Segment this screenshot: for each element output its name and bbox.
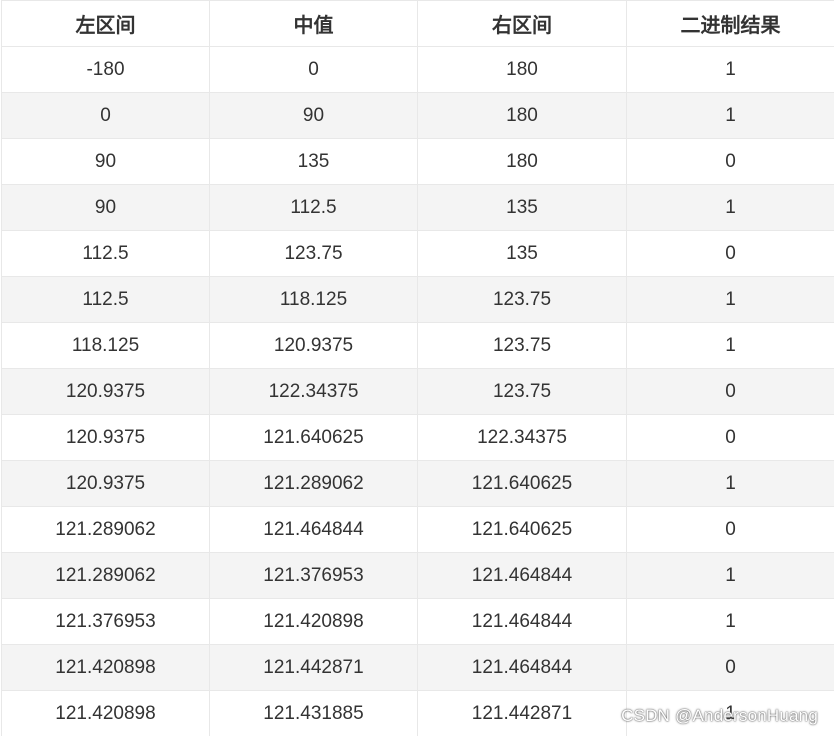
bisection-table: 左区间 中值 右区间 二进制结果 -180 0 180 1 0 90 180 1 90 135 18… <box>1 0 834 736</box>
cell-right-interval: 123.75 <box>417 368 627 415</box>
header-row: 左区间 中值 右区间 二进制结果 <box>1 0 834 47</box>
cell-mid-value: 118.125 <box>209 276 418 323</box>
cell-left-interval: 121.376953 <box>1 598 210 645</box>
cell-left-interval: -180 <box>1 46 210 93</box>
table-row: -180 0 180 1 <box>1 46 834 93</box>
table-row: 121.376953 121.420898 121.464844 1 <box>1 598 834 645</box>
cell-binary-result: 1 <box>626 598 834 645</box>
cell-binary-result: 0 <box>626 230 834 277</box>
cell-left-interval: 120.9375 <box>1 460 210 507</box>
cell-left-interval: 112.5 <box>1 230 210 277</box>
table-body: -180 0 180 1 0 90 180 1 90 135 180 0 90 112.5 135 1 112.… <box>1 46 834 736</box>
table-row: 121.420898 121.442871 121.464844 0 <box>1 644 834 691</box>
cell-left-interval: 121.420898 <box>1 690 210 736</box>
cell-right-interval: 180 <box>417 46 627 93</box>
cell-left-interval: 120.9375 <box>1 368 210 415</box>
cell-binary-result: 1 <box>626 460 834 507</box>
cell-binary-result: 1 <box>626 276 834 323</box>
cell-left-interval: 112.5 <box>1 276 210 323</box>
table-row: 120.9375 121.640625 122.34375 0 <box>1 414 834 461</box>
cell-left-interval: 120.9375 <box>1 414 210 461</box>
header-mid-value: 中值 <box>209 0 418 47</box>
header-binary-result: 二进制结果 <box>626 0 834 47</box>
cell-left-interval: 0 <box>1 92 210 139</box>
header-left-interval: 左区间 <box>1 0 210 47</box>
cell-left-interval: 121.289062 <box>1 552 210 599</box>
cell-right-interval: 135 <box>417 184 627 231</box>
table-row: 118.125 120.9375 123.75 1 <box>1 322 834 369</box>
cell-mid-value: 122.34375 <box>209 368 418 415</box>
table-row: 121.289062 121.376953 121.464844 1 <box>1 552 834 599</box>
cell-mid-value: 121.464844 <box>209 506 418 553</box>
cell-left-interval: 90 <box>1 184 210 231</box>
cell-binary-result: 1 <box>626 322 834 369</box>
cell-binary-result: 0 <box>626 506 834 553</box>
table-row: 120.9375 121.289062 121.640625 1 <box>1 460 834 507</box>
cell-left-interval: 90 <box>1 138 210 185</box>
cell-mid-value: 121.376953 <box>209 552 418 599</box>
cell-binary-result: 1 <box>626 46 834 93</box>
cell-mid-value: 112.5 <box>209 184 418 231</box>
cell-binary-result: 0 <box>626 414 834 461</box>
cell-mid-value: 121.442871 <box>209 644 418 691</box>
cell-right-interval: 121.464844 <box>417 598 627 645</box>
header-right-interval: 右区间 <box>417 0 627 47</box>
table-row: 120.9375 122.34375 123.75 0 <box>1 368 834 415</box>
cell-binary-result: 0 <box>626 644 834 691</box>
cell-mid-value: 123.75 <box>209 230 418 277</box>
cell-binary-result: 1 <box>626 552 834 599</box>
cell-right-interval: 121.640625 <box>417 460 627 507</box>
cell-right-interval: 180 <box>417 138 627 185</box>
page: 左区间 中值 右区间 二进制结果 -180 0 180 1 0 90 180 1 90 135 18… <box>0 0 834 736</box>
cell-right-interval: 135 <box>417 230 627 277</box>
cell-right-interval: 121.464844 <box>417 552 627 599</box>
cell-binary-result: 0 <box>626 368 834 415</box>
csdn-watermark: CSDN @AndersonHuang <box>621 706 818 725</box>
table-row: 112.5 118.125 123.75 1 <box>1 276 834 323</box>
cell-mid-value: 121.431885 <box>209 690 418 736</box>
cell-right-interval: 121.442871 <box>417 690 627 736</box>
cell-mid-value: 121.640625 <box>209 414 418 461</box>
cell-mid-value: 135 <box>209 138 418 185</box>
cell-binary-result: 1 <box>626 184 834 231</box>
cell-mid-value: 90 <box>209 92 418 139</box>
table-row: 90 135 180 0 <box>1 138 834 185</box>
cell-right-interval: 121.464844 <box>417 644 627 691</box>
table-row: 90 112.5 135 1 <box>1 184 834 231</box>
cell-binary-result: 1 <box>626 92 834 139</box>
cell-binary-result: 0 <box>626 138 834 185</box>
table-row: 112.5 123.75 135 0 <box>1 230 834 277</box>
cell-right-interval: 123.75 <box>417 276 627 323</box>
cell-left-interval: 121.289062 <box>1 506 210 553</box>
cell-mid-value: 121.420898 <box>209 598 418 645</box>
cell-left-interval: 118.125 <box>1 322 210 369</box>
cell-left-interval: 121.420898 <box>1 644 210 691</box>
cell-mid-value: 0 <box>209 46 418 93</box>
table-row: 121.289062 121.464844 121.640625 0 <box>1 506 834 553</box>
table-row: 0 90 180 1 <box>1 92 834 139</box>
cell-right-interval: 123.75 <box>417 322 627 369</box>
cell-mid-value: 121.289062 <box>209 460 418 507</box>
cell-mid-value: 120.9375 <box>209 322 418 369</box>
cell-right-interval: 180 <box>417 92 627 139</box>
cell-right-interval: 122.34375 <box>417 414 627 461</box>
cell-right-interval: 121.640625 <box>417 506 627 553</box>
